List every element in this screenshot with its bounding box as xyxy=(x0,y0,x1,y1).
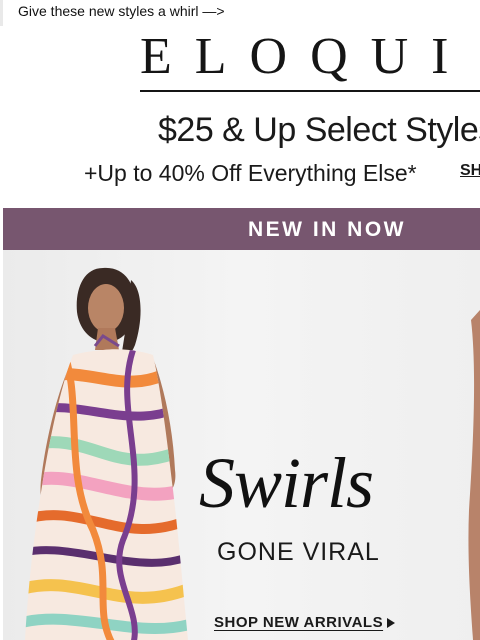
preheader-divider xyxy=(0,0,3,26)
promo-headline[interactable]: $25 & Up Select Styles xyxy=(158,108,480,152)
email-page: Give these new styles a whirl —> ELOQUI … xyxy=(0,0,480,640)
hero-script-title: Swirls xyxy=(199,443,374,523)
preheader-link[interactable]: Give these new styles a whirl —> xyxy=(18,3,225,19)
promo-subline[interactable]: +Up to 40% Off Everything Else* xyxy=(84,157,417,189)
shop-new-arrivals-link[interactable]: SHOP NEW ARRIVALS xyxy=(214,614,396,631)
promo-shop-link[interactable]: SHOP xyxy=(460,162,480,180)
hero-subtitle: GONE VIRAL xyxy=(217,538,380,566)
banner-label: NEW IN NOW xyxy=(248,218,406,241)
cta-label: SHOP NEW ARRIVALS xyxy=(214,614,384,631)
new-in-now-banner[interactable]: NEW IN NOW xyxy=(3,208,480,250)
logo-underline xyxy=(140,90,480,92)
brand-logo[interactable]: ELOQUI xyxy=(140,27,472,87)
hero-banner-image[interactable]: NEW IN NOW Swirls GONE VIRAL SHOP NEW AR… xyxy=(3,208,480,640)
play-arrow-icon xyxy=(387,617,396,628)
preheader: Give these new styles a whirl —> xyxy=(0,0,480,26)
